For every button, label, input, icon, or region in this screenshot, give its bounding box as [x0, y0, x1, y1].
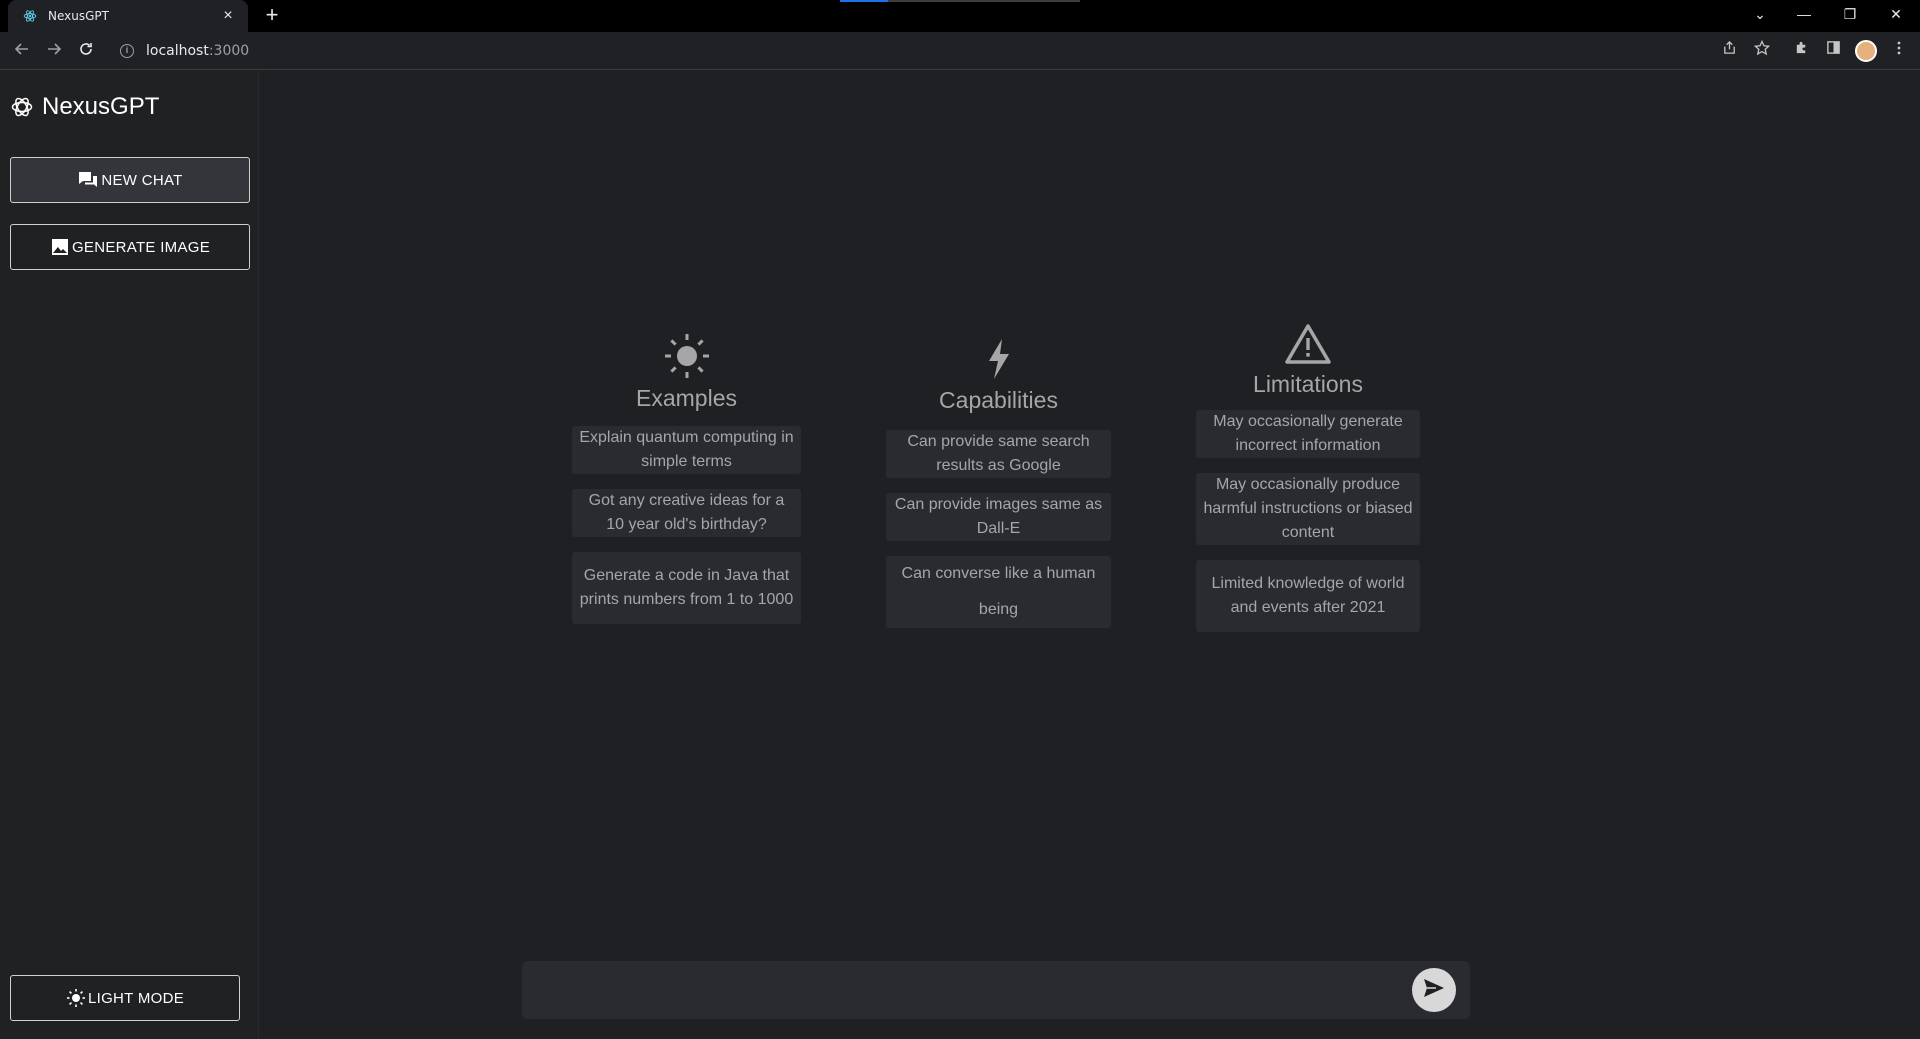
restore-button[interactable]: ❐ — [1828, 0, 1872, 30]
capabilities-column: Capabilities Can provide same search res… — [886, 337, 1111, 628]
close-window-button[interactable]: ✕ — [1874, 0, 1918, 30]
brand-name: NexusGPT — [42, 93, 160, 120]
image-icon — [50, 238, 70, 256]
example-card[interactable]: Explain quantum computing in simple term… — [572, 426, 801, 474]
browser-tab[interactable]: NexusGPT × — [8, 0, 248, 32]
back-arrow-icon[interactable] — [10, 39, 34, 63]
new-tab-button[interactable]: + — [260, 4, 284, 28]
profile-avatar[interactable] — [1855, 40, 1877, 62]
example-card[interactable]: Generate a code in Java that prints numb… — [572, 552, 801, 624]
limitations-title: Limitations — [1253, 371, 1363, 397]
limitation-card[interactable]: May occasionally generate incorrect info… — [1196, 410, 1420, 458]
browser-tab-strip: NexusGPT × + ⌄ — ❐ ✕ — [0, 0, 1920, 32]
chat-bubbles-icon — [77, 170, 99, 190]
forward-arrow-icon[interactable] — [42, 39, 66, 63]
url-host: localhost — [146, 43, 209, 59]
bookmark-star-icon[interactable] — [1751, 39, 1773, 62]
close-tab-icon[interactable]: × — [218, 7, 238, 25]
extensions-puzzle-icon[interactable] — [1790, 40, 1812, 62]
brand: NexusGPT — [10, 93, 159, 121]
minimize-button[interactable]: — — [1782, 0, 1826, 30]
light-mode-label: LIGHT MODE — [87, 989, 185, 1007]
examples-column: Examples Explain quantum computing in si… — [572, 333, 801, 624]
new-chat-button[interactable]: NEW CHAT — [10, 157, 250, 203]
limitation-card[interactable]: May occasionally produce harmful instruc… — [1196, 473, 1420, 545]
address-bar[interactable]: i localhost:3000 — [110, 37, 1780, 65]
example-card[interactable]: Got any creative ideas for a 10 year old… — [572, 489, 801, 537]
bolt-icon — [886, 337, 1111, 381]
openai-logo-icon — [10, 95, 34, 119]
side-panel-icon[interactable] — [1822, 40, 1844, 62]
limitation-card[interactable]: Limited knowledge of world and events af… — [1196, 560, 1420, 632]
sun-icon — [572, 333, 801, 379]
message-input[interactable] — [534, 969, 1394, 1011]
light-mode-button[interactable]: LIGHT MODE — [10, 975, 240, 1021]
site-info-icon[interactable]: i — [120, 44, 134, 58]
send-button[interactable] — [1412, 968, 1456, 1012]
generate-image-button[interactable]: GENERATE IMAGE — [10, 224, 250, 270]
new-chat-label: NEW CHAT — [101, 171, 183, 189]
warning-icon — [1196, 323, 1420, 365]
capability-card[interactable]: Can provide same search results as Googl… — [886, 430, 1111, 478]
sidebar: NexusGPT NEW CHAT GENERATE IMAGE LIGHT M… — [0, 71, 259, 1039]
browser-toolbar: i localhost:3000 — [0, 32, 1920, 70]
react-icon — [22, 8, 38, 24]
message-composer — [522, 961, 1470, 1019]
generate-image-label: GENERATE IMAGE — [71, 238, 211, 256]
sun-icon — [66, 988, 86, 1008]
capability-card[interactable]: Can provide images same as Dall-E — [886, 493, 1111, 541]
capability-card[interactable]: Can converse like a human being — [886, 556, 1111, 628]
tab-title: NexusGPT — [48, 9, 109, 23]
more-menu-icon[interactable] — [1888, 40, 1910, 62]
reload-icon[interactable] — [74, 39, 98, 63]
tab-search-chevron-icon[interactable]: ⌄ — [1738, 0, 1782, 30]
examples-title: Examples — [636, 385, 737, 411]
share-icon[interactable] — [1718, 40, 1740, 62]
capabilities-title: Capabilities — [939, 387, 1058, 413]
send-icon — [1423, 978, 1445, 1003]
main-panel: Examples Explain quantum computing in si… — [260, 71, 1920, 1039]
url-port: :3000 — [208, 43, 250, 59]
tab-strip-accent-active — [840, 0, 888, 2]
limitations-column: Limitations May occasionally generate in… — [1196, 323, 1420, 632]
